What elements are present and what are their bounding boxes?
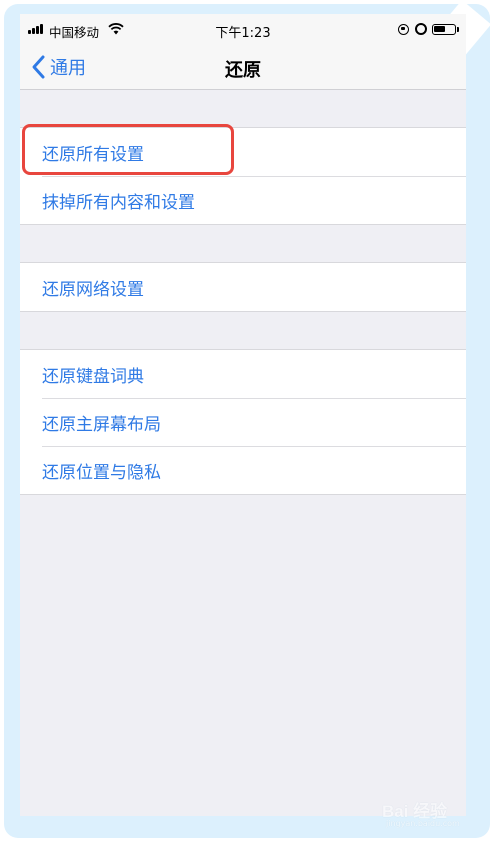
reset-all-settings-button[interactable]: 还原所有设置 — [20, 128, 466, 176]
rotation-lock-icon — [398, 24, 409, 35]
alarm-icon — [415, 23, 427, 35]
reset-keyboard-dictionary-button[interactable]: 还原键盘词典 — [20, 350, 466, 398]
reset-group-3: 还原键盘词典 还原主屏幕布局 还原位置与隐私 — [20, 349, 466, 495]
status-bar: 中国移动 下午1:23 — [20, 14, 466, 44]
cell-label: 抹掉所有内容和设置 — [42, 192, 195, 213]
cell-label: 还原主屏幕布局 — [42, 414, 161, 435]
page-title: 还原 — [225, 60, 261, 81]
battery-icon — [432, 24, 456, 35]
reset-group-1: 还原所有设置 抹掉所有内容和设置 — [20, 127, 466, 225]
battery-tip — [457, 27, 459, 32]
cell-label: 还原位置与隐私 — [42, 462, 161, 483]
reset-group-2: 还原网络设置 — [20, 262, 466, 312]
navigation-bar: 通用 还原 — [20, 44, 466, 90]
erase-all-content-button[interactable]: 抹掉所有内容和设置 — [20, 176, 466, 224]
watermark: Bai 经验 jingyan.baidu.com — [382, 795, 482, 835]
reset-location-privacy-button[interactable]: 还原位置与隐私 — [20, 446, 466, 494]
cell-label: 还原所有设置 — [42, 144, 144, 165]
cell-label: 还原网络设置 — [42, 279, 144, 300]
watermark-url: jingyan.baidu.com — [386, 819, 460, 828]
reset-network-settings-button[interactable]: 还原网络设置 — [20, 263, 466, 311]
cell-label: 还原键盘词典 — [42, 366, 144, 387]
phone-screen: 中国移动 下午1:23 通用 还原 还原所有设置 抹掉所有内容和设置 还原网络设… — [20, 14, 466, 816]
reset-home-screen-layout-button[interactable]: 还原主屏幕布局 — [20, 398, 466, 446]
